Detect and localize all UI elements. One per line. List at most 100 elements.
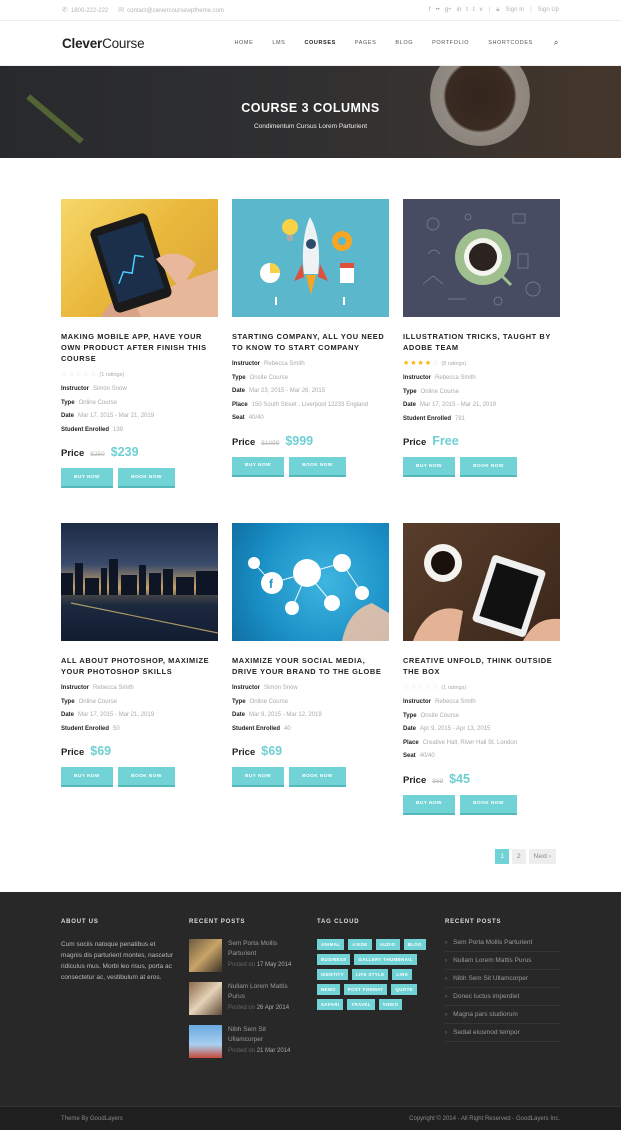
pagination: 1 2 Next ›	[495, 849, 556, 864]
old-price: $69	[432, 777, 444, 785]
twitter-icon[interactable]: t	[473, 7, 475, 13]
price-label: Price	[403, 437, 427, 448]
logo-text[interactable]: Course	[102, 36, 145, 51]
recent-post-link[interactable]: Donec luctus imperdiet	[445, 988, 560, 1006]
course-title[interactable]: STARTING COMPANY, ALL YOU NEED TO KNOW T…	[232, 331, 389, 353]
course-info: Instructor Rebecca Smith Type Online Cours…	[61, 682, 218, 736]
post-date: Posted on 21 Mar 2014	[228, 1048, 299, 1054]
course-title[interactable]: MAXIMIZE YOUR SOCIAL MEDIA, DRIVE YOUR B…	[232, 655, 389, 677]
nav-blog[interactable]: BLOG	[395, 40, 413, 46]
buy-now-button[interactable]: BUY NOW	[61, 468, 113, 488]
buy-now-button[interactable]: BUY NOW	[61, 767, 113, 787]
course-thumbnail-mobile-app[interactable]	[61, 199, 218, 317]
email-address[interactable]: contact@clevercoursewptheme.com	[127, 8, 224, 14]
post-title[interactable]: Sem Porta Mollis Parturient	[228, 939, 299, 959]
tag[interactable]: POST FORMAT	[343, 984, 388, 995]
site-logo[interactable]: CleverCourse	[62, 36, 145, 51]
logo-text-bold[interactable]: Clever	[62, 36, 102, 51]
flickr-icon[interactable]: ••	[436, 7, 440, 13]
course-title[interactable]: ALL ABOUT PHOTOSHOP, MAXIMIZE YOUR PHOTO…	[61, 655, 218, 677]
page-1[interactable]: 1	[495, 849, 510, 864]
footer-tag-cloud: TAG CLOUD ANIMAL ASIDE AUDIO BLOG BUSINE…	[317, 919, 429, 1010]
book-now-button[interactable]: BOOK NOW	[118, 468, 175, 488]
nav-home[interactable]: HOME	[234, 40, 253, 46]
post-thumbnail[interactable]	[189, 1025, 222, 1058]
theme-credit[interactable]: Theme By GoodLayers	[61, 1116, 123, 1122]
sign-in-link[interactable]: Sign In	[505, 7, 524, 13]
post-date-value: 17 May 2014	[256, 962, 292, 968]
google-plus-icon[interactable]: g+	[445, 7, 452, 13]
tag[interactable]: ASIDE	[348, 939, 372, 950]
email-contact[interactable]: ✉ contact@clevercoursewptheme.com	[118, 6, 224, 14]
buy-now-button[interactable]: BUY NOW	[403, 794, 455, 815]
page-2[interactable]: 2	[512, 849, 526, 864]
type-label: Type	[61, 399, 75, 406]
course-title[interactable]: MAKING MOBILE APP, HAVE YOUR OWN PRODUCT…	[61, 331, 218, 364]
tumblr-icon[interactable]: t	[466, 7, 468, 13]
post-thumbnail[interactable]	[189, 939, 222, 972]
tag[interactable]: AUDIO	[375, 939, 400, 950]
course-price: Price $69	[61, 744, 218, 758]
course-info: Instructor Rebecca Smith Type Onsite Cours…	[232, 358, 389, 426]
course-thumbnail-illustration[interactable]	[403, 199, 560, 317]
course-thumbnail-creative[interactable]	[403, 523, 560, 641]
buy-now-button[interactable]: BUY NOW	[403, 457, 455, 477]
tag[interactable]: BLOG	[403, 939, 426, 950]
book-now-button[interactable]: BOOK NOW	[460, 794, 517, 815]
post-thumbnail[interactable]	[189, 982, 222, 1015]
recent-post-link[interactable]: Nullam Lorem Mattis Purus	[445, 952, 560, 970]
course-title[interactable]: CREATIVE UNFOLD, THINK OUTSIDE THE BOX	[403, 655, 560, 677]
book-now-button[interactable]: BOOK NOW	[118, 767, 175, 787]
nav-pages[interactable]: PAGES	[355, 40, 377, 46]
instructor-name[interactable]: Simon Snow	[93, 383, 127, 397]
post-title[interactable]: Nibh Sem Sit Ullamcorper	[228, 1025, 299, 1045]
instructor-name[interactable]: Rebecca Smith	[435, 372, 476, 386]
recent-post[interactable]: Sem Porta Mollis Parturient Posted on 17 …	[189, 939, 299, 972]
sign-up-link[interactable]: Sign Up	[538, 7, 559, 13]
tag[interactable]: TRAVEL	[347, 999, 375, 1010]
course-thumbnail-social-media[interactable]: f	[232, 523, 389, 641]
book-now-button[interactable]: BOOK NOW	[289, 456, 346, 477]
current-price: $69	[90, 744, 112, 758]
coffee-sketch-icon	[422, 213, 541, 306]
course-thumbnail-startup[interactable]	[232, 199, 389, 317]
nav-courses[interactable]: COURSES	[304, 40, 335, 46]
tag[interactable]: BUSINESS	[317, 954, 351, 965]
buy-now-button[interactable]: BUY NOW	[232, 767, 284, 787]
tag[interactable]: ANIMAL	[317, 939, 345, 950]
tag[interactable]: LINK	[392, 969, 413, 980]
tag[interactable]: SAFARI	[317, 999, 344, 1010]
instructor-name[interactable]: Rebecca Smith	[435, 696, 476, 710]
tag[interactable]: VIDEO	[378, 999, 403, 1010]
nav-portfolio[interactable]: PORTFOLIO	[432, 40, 469, 46]
tag[interactable]: IDENTITY	[317, 969, 348, 980]
vimeo-icon[interactable]: v	[480, 7, 483, 13]
recent-post-link[interactable]: Magna pars studiorum	[445, 1006, 560, 1024]
linkedin-icon[interactable]: in	[457, 7, 462, 13]
course-thumbnail-photoshop[interactable]	[61, 523, 218, 641]
course-title[interactable]: ILLUSTRATION TRICKS, TAUGHT BY ADOBE TEA…	[403, 331, 560, 353]
recent-post-link[interactable]: Nibh Sem Sit Ullamcorper	[445, 970, 560, 988]
nav-lms[interactable]: LMS	[272, 40, 285, 46]
tag[interactable]: QUOTE	[391, 984, 417, 995]
tag[interactable]: LIFE STYLE	[351, 969, 389, 980]
instructor-name[interactable]: Simon Snow	[264, 682, 298, 696]
search-icon[interactable]: ⌕	[554, 38, 559, 48]
buy-now-button[interactable]: BUY NOW	[232, 456, 284, 477]
instructor-name[interactable]: Rebecca Smith	[264, 358, 305, 372]
facebook-icon[interactable]: f	[429, 7, 431, 13]
course-price: Price $69 $45	[403, 772, 560, 786]
instructor-name[interactable]: Rebecca Smith	[93, 682, 134, 696]
recent-post[interactable]: Nullam Lorem Mattis Purus Posted on 26 Ap…	[189, 982, 299, 1015]
current-price: $45	[449, 771, 470, 786]
next-page-button[interactable]: Next ›	[528, 849, 556, 864]
recent-post-link[interactable]: Sedial eiusmod tempor	[445, 1024, 560, 1042]
nav-shortcodes[interactable]: SHORTCODES	[488, 40, 533, 46]
post-title[interactable]: Nullam Lorem Mattis Purus	[228, 982, 299, 1002]
tag[interactable]: GALLERY THUMBNAIL	[354, 954, 417, 965]
tag[interactable]: NEWS	[317, 984, 340, 995]
book-now-button[interactable]: BOOK NOW	[289, 767, 346, 787]
recent-post-link[interactable]: Sem Porta Mollis Parturient	[445, 934, 560, 952]
recent-post[interactable]: Nibh Sem Sit Ullamcorper Posted on 21 Mar…	[189, 1025, 299, 1058]
book-now-button[interactable]: BOOK NOW	[460, 457, 517, 477]
